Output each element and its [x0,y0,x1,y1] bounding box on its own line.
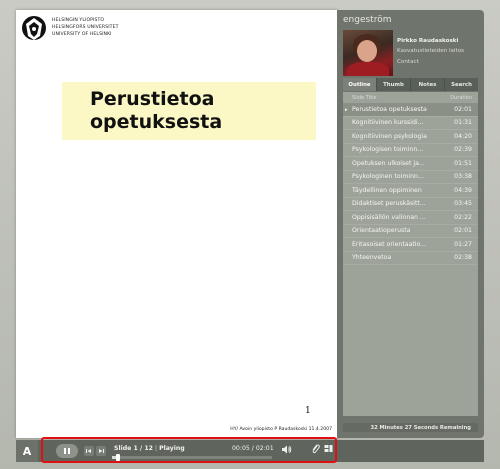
adobe-logo: A [16,440,38,462]
outline-row-duration: 02:01 [454,227,472,235]
outline-row-title: Eritasoiset orientaatio... [352,240,427,248]
outline-row-title: Oppisisällön valinnan ... [352,213,426,221]
outline-row-duration: 02:01 [454,105,472,113]
outline-row-duration: 02:38 [454,254,472,262]
university-seal-icon [22,16,46,40]
slide-title: Perustietoa opetuksesta [90,88,223,133]
list-header: Slide Title Duration [343,92,478,103]
panel-tabs: Outline Thumb Notes Search [343,78,478,91]
tab-notes[interactable]: Notes [411,78,445,91]
time-remaining: 32 Minutes 27 Seconds Remaining [343,423,478,432]
tab-thumb[interactable]: Thumb [377,78,411,91]
outline-row-duration: 03:45 [454,200,472,208]
speaker-photo [343,30,393,76]
slide-outline-list: Slide Title Duration ▸ Perustietoa opetuk… [343,92,478,416]
outline-row[interactable]: Yhteenvetoa 02:38 [343,252,478,265]
outline-row-duration: 04:39 [454,186,472,194]
slide-page-number: 1 [305,406,311,416]
outline-row[interactable]: Kognitiivinen kurssidi... 01:31 [343,117,478,130]
outline-row[interactable]: Eritasoiset orientaatio... 01:27 [343,238,478,252]
university-logo: HELSINGIN YLIOPISTO HELSINGFORS UNIVERSI… [20,14,120,50]
outline-row-duration: 01:51 [454,159,472,167]
slide-title-box: Perustietoa opetuksesta [62,82,316,140]
contact-link[interactable]: Contact [397,59,419,65]
outline-row-duration: 01:27 [454,240,472,248]
outline-row-duration: 03:38 [454,173,472,181]
outline-row-title: Kognitiivinen psykologia [352,132,427,140]
outline-row-title: Perustietoa opetuksesta [352,105,427,113]
outline-row-title: Psykologisen toiminn... [352,146,424,154]
outline-row-title: Opetuksen ulkoiset ja... [352,159,425,167]
outline-row[interactable]: Psykologisen toiminn... 02:39 [343,144,478,157]
outline-row-title: Yhteenvetoa [352,254,392,262]
outline-row[interactable]: Oppisisällön valinnan ... 02:22 [343,211,478,225]
outline-row-duration: 04:20 [454,132,472,140]
outline-row-title: Kognitiivinen kurssidi... [352,119,424,127]
outline-row-title: Psykologinen toiminn... [352,173,424,181]
logo-line-2: HELSINGFORS UNIVERSITET [52,25,119,30]
list-header-duration: Duration [450,94,472,101]
outline-row-title: Didaktiset peruskäsitt... [352,200,426,208]
outline-row-duration: 01:31 [454,119,472,127]
outline-row[interactable]: Kognitiivinen psykologia 04:20 [343,130,478,144]
outline-row[interactable]: Psykologinen toiminn... 03:38 [343,171,478,184]
outline-row[interactable]: Täydellinen oppiminen 04:39 [343,184,478,198]
slide-footer-note: HY/ Avoin yliopisto P Raudaskoski 11.4.2… [230,427,332,432]
outline-row-title: Täydellinen oppiminen [352,186,422,194]
outline-row-duration: 02:22 [454,213,472,221]
outline-row[interactable]: Didaktiset peruskäsitt... 03:45 [343,198,478,211]
logo-line-3: UNIVERSITY OF HELSINKI [52,32,112,37]
outline-row-duration: 02:39 [454,146,472,154]
outline-row-title: Orientaatioperusta [352,227,411,235]
presenter-player: HELSINGIN YLIOPISTO HELSINGFORS UNIVERSI… [0,0,500,469]
speaker-title: Kasvatustieteiden laitos [397,48,465,54]
current-slide-arrow-icon: ▸ [345,106,348,113]
logo-line-1: HELSINGIN YLIOPISTO [52,18,105,23]
tab-outline[interactable]: Outline [343,78,377,91]
outline-row[interactable]: Opetuksen ulkoiset ja... 01:51 [343,157,478,171]
tab-search[interactable]: Search [445,78,478,91]
slide-canvas: HELSINGIN YLIOPISTO HELSINGFORS UNIVERSI… [16,10,338,438]
control-bar-highlight [41,437,337,463]
outline-row[interactable]: Orientaatioperusta 02:01 [343,225,478,238]
outline-row[interactable]: ▸ Perustietoa opetuksesta 02:01 [343,103,478,117]
speaker-name: Pirkko Raudaskoski [397,38,459,44]
list-header-title: Slide Title [352,94,377,101]
presenter-name: engeström [343,15,392,25]
